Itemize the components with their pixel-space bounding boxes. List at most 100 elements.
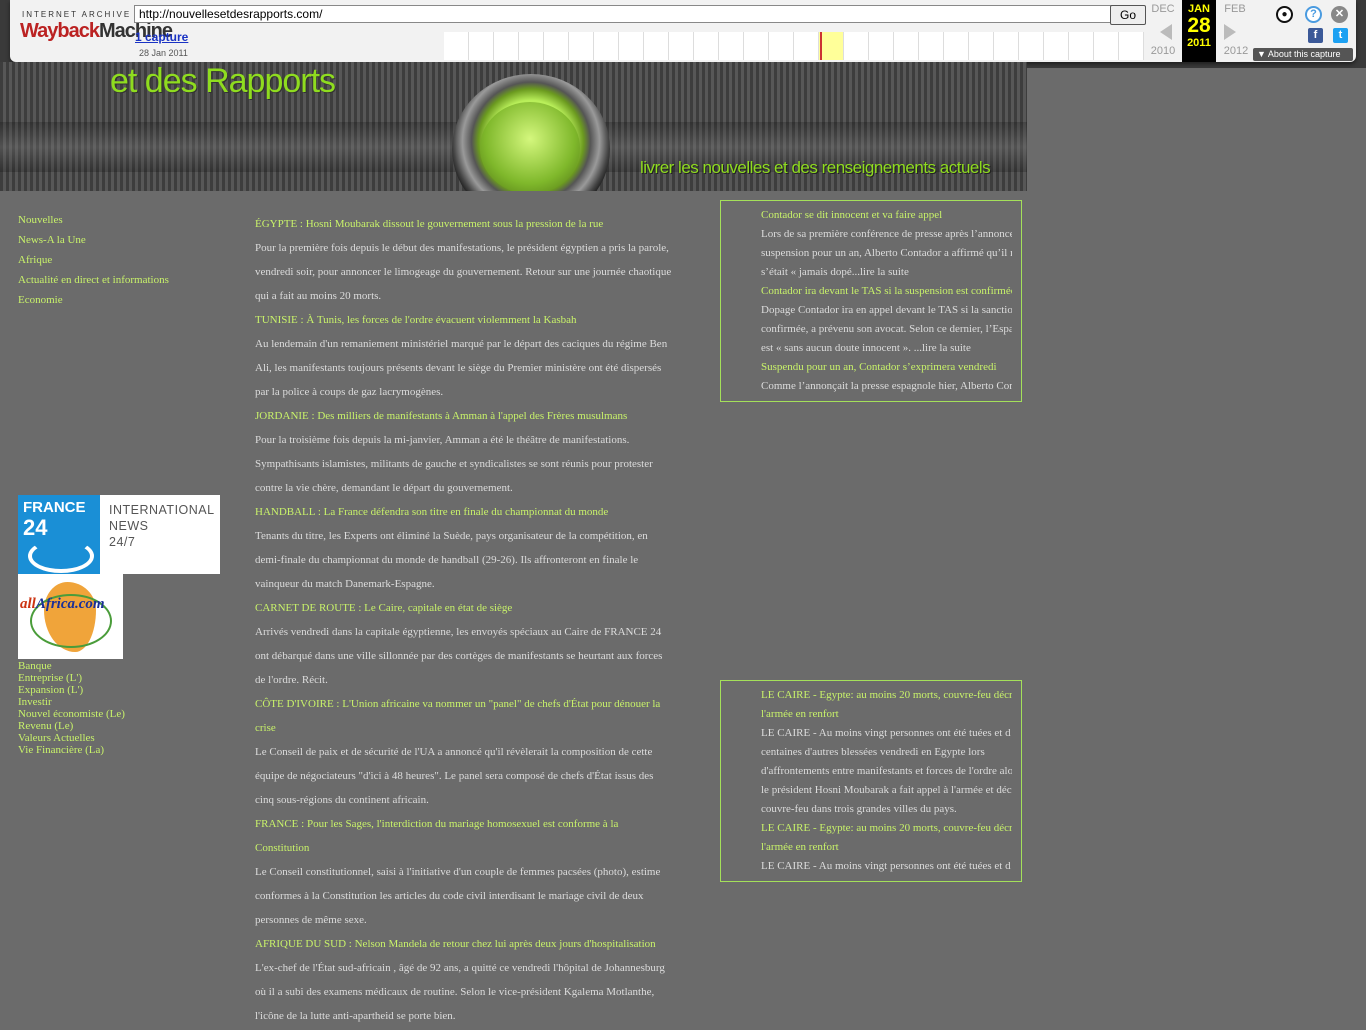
sparkline-cell[interactable]	[1069, 32, 1094, 60]
nav-item-economie[interactable]: Economie	[18, 294, 63, 306]
sparkline-cell[interactable]	[619, 32, 644, 60]
banner-orb-center	[480, 102, 580, 191]
wayback-logo[interactable]: INTERNET ARCHIVE WaybackMachine	[20, 6, 173, 50]
sparkline-cell[interactable]	[644, 32, 669, 60]
article-item: JORDANIE : Des milliers de manifestants …	[255, 404, 675, 500]
nav-item-news-a-la-une[interactable]: News-A la Une	[18, 234, 86, 246]
captures-link[interactable]: 1 capture	[135, 30, 188, 44]
france24-banner[interactable]: FRANCE 24 INTERNATIONAL NEWS 24/7	[18, 495, 220, 574]
sparkline-cell[interactable]	[794, 32, 819, 60]
sparkline-cell[interactable]	[869, 32, 894, 60]
feed-text: suspension pour un an, Alberto Contador …	[761, 247, 1012, 259]
nav-item-afrique[interactable]: Afrique	[18, 254, 52, 266]
sparkline-cell[interactable]	[494, 32, 519, 60]
sparkline-cell[interactable]	[1094, 32, 1119, 60]
feed-text: le président Hosni Moubarak a fait appel…	[761, 784, 1012, 796]
france24-logo-a: FRANCE	[23, 499, 86, 516]
wayback-logo-a: Wayback	[20, 20, 100, 42]
allafrica-logo-text: allAfrica.com	[20, 596, 105, 613]
sparkline-cell[interactable]	[944, 32, 969, 60]
sparkline-cell[interactable]	[744, 32, 769, 60]
nav-item-actualite[interactable]: Actualité en direct et informations	[18, 274, 169, 286]
url-input[interactable]: http://nouvellesetdesrapports.com/	[134, 5, 1112, 23]
user-icon[interactable]: ●	[1276, 6, 1293, 23]
feed-headline[interactable]: l'armée en renfort	[761, 705, 1012, 724]
article-headline[interactable]: FRANCE : Pour les Sages, l'interdiction …	[255, 812, 675, 860]
sparkline-cell[interactable]	[469, 32, 494, 60]
article-headline[interactable]: TUNISIE : À Tunis, les forces de l'ordre…	[255, 308, 675, 332]
article-headline[interactable]: CÔTE D'IVOIRE : L'Union africaine va nom…	[255, 692, 675, 740]
nav-item-nouvelles[interactable]: Nouvelles	[18, 214, 63, 226]
feed-headline[interactable]: LE CAIRE - Egypte: au moins 20 morts, co…	[761, 819, 1012, 838]
close-icon[interactable]: ✕	[1331, 6, 1348, 23]
sparkline-cell[interactable]	[844, 32, 869, 60]
feed-headline[interactable]: Suspendu pour un an, Contador s’exprimer…	[761, 358, 1012, 377]
allafrica-banner[interactable]: allAfrica.com	[18, 574, 123, 659]
current-day: 28	[1187, 14, 1211, 37]
link-investir[interactable]: Investir	[18, 696, 52, 708]
article-headline[interactable]: HANDBALL : La France défendra son titre …	[255, 500, 675, 524]
next-year[interactable]: 2012	[1221, 45, 1251, 57]
feed-headline[interactable]: LE CAIRE - Egypte: au moins 20 morts, co…	[761, 686, 1012, 705]
sparkline-cell[interactable]	[719, 32, 744, 60]
sparkline-cell[interactable]	[919, 32, 944, 60]
article-item: ÉGYPTE : Hosni Moubarak dissout le gouve…	[255, 212, 675, 308]
sparkline-cell[interactable]	[544, 32, 569, 60]
site-tagline: livrer les nouvelles et des renseignemen…	[640, 158, 991, 177]
feed-headline[interactable]: Contador ira devant le TAS si la suspens…	[761, 282, 1012, 301]
capture-sparkline[interactable]	[444, 32, 1144, 60]
go-button[interactable]: Go	[1110, 5, 1146, 25]
link-valeurs-actuelles[interactable]: Valeurs Actuelles	[18, 732, 95, 744]
sparkline-cell[interactable]	[769, 32, 794, 60]
about-capture-button[interactable]: ▼ About this capture	[1253, 48, 1353, 61]
news-feed-list: LE CAIRE - Egypte: au moins 20 morts, co…	[761, 686, 1012, 876]
prev-arrow-icon[interactable]	[1160, 24, 1172, 40]
sports-feed-list: Contador se dit innocent et va faire app…	[761, 206, 1012, 396]
feed-text: s’était « jamais dopé...lire la suite	[761, 266, 909, 278]
help-icon[interactable]: ?	[1305, 6, 1322, 23]
france24-text-line: INTERNATIONAL	[109, 503, 215, 517]
link-entreprise[interactable]: Entreprise (L')	[18, 672, 82, 684]
sparkline-cell[interactable]	[444, 32, 469, 60]
sparkline-cell[interactable]	[694, 32, 719, 60]
link-vie-financiere[interactable]: Vie Financière (La)	[18, 744, 104, 756]
sparkline-cell[interactable]	[669, 32, 694, 60]
next-month[interactable]: FEB	[1220, 3, 1250, 15]
article-headline[interactable]: CARNET DE ROUTE : Le Caire, capitale en …	[255, 596, 675, 620]
article-headline[interactable]: JORDANIE : Des milliers de manifestants …	[255, 404, 675, 428]
wayback-logo-top: INTERNET ARCHIVE	[22, 10, 132, 19]
sparkline-cell[interactable]	[819, 32, 844, 60]
twitter-icon[interactable]: t	[1333, 28, 1348, 43]
sparkline-cell[interactable]	[519, 32, 544, 60]
link-banque[interactable]: Banque	[18, 660, 52, 672]
wayback-toolbar: INTERNET ARCHIVE WaybackMachine http://n…	[0, 0, 1366, 68]
article-body: Tenants du titre, les Experts ont élimin…	[255, 530, 648, 590]
article-item: HANDBALL : La France défendra son titre …	[255, 500, 675, 596]
france24-logo-arc	[28, 539, 94, 573]
prev-year[interactable]: 2010	[1148, 45, 1178, 57]
article-body: Le Conseil constitutionnel, saisi à l'in…	[255, 866, 661, 926]
current-date: JAN 28 2011	[1182, 0, 1216, 62]
banner-orb	[452, 74, 610, 191]
next-arrow-icon[interactable]	[1224, 24, 1236, 40]
sparkline-cell[interactable]	[569, 32, 594, 60]
link-revenu[interactable]: Revenu (Le)	[18, 720, 73, 732]
france24-logo-b: 24	[23, 515, 48, 540]
feed-text: confirmée, a prévenu son avocat. Selon c…	[761, 323, 1012, 335]
sparkline-cell[interactable]	[994, 32, 1019, 60]
sparkline-cell[interactable]	[1044, 32, 1069, 60]
sparkline-cell[interactable]	[969, 32, 994, 60]
facebook-icon[interactable]: f	[1308, 28, 1323, 43]
feed-headline[interactable]: l'armée en renfort	[761, 838, 1012, 857]
feed-text: centaines d'autres blessées vendredi en …	[761, 746, 985, 758]
feed-headline[interactable]: Contador se dit innocent et va faire app…	[761, 206, 1012, 225]
link-nouvel-economiste[interactable]: Nouvel économiste (Le)	[18, 708, 125, 720]
article-headline[interactable]: AFRIQUE DU SUD : Nelson Mandela de retou…	[255, 932, 675, 956]
sparkline-cell[interactable]	[894, 32, 919, 60]
article-headline[interactable]: ÉGYPTE : Hosni Moubarak dissout le gouve…	[255, 212, 675, 236]
sparkline-cell[interactable]	[594, 32, 619, 60]
prev-month[interactable]: DEC	[1148, 3, 1178, 15]
sparkline-cell[interactable]	[1119, 32, 1144, 60]
link-expansion[interactable]: Expansion (L')	[18, 684, 83, 696]
sparkline-cell[interactable]	[1019, 32, 1044, 60]
